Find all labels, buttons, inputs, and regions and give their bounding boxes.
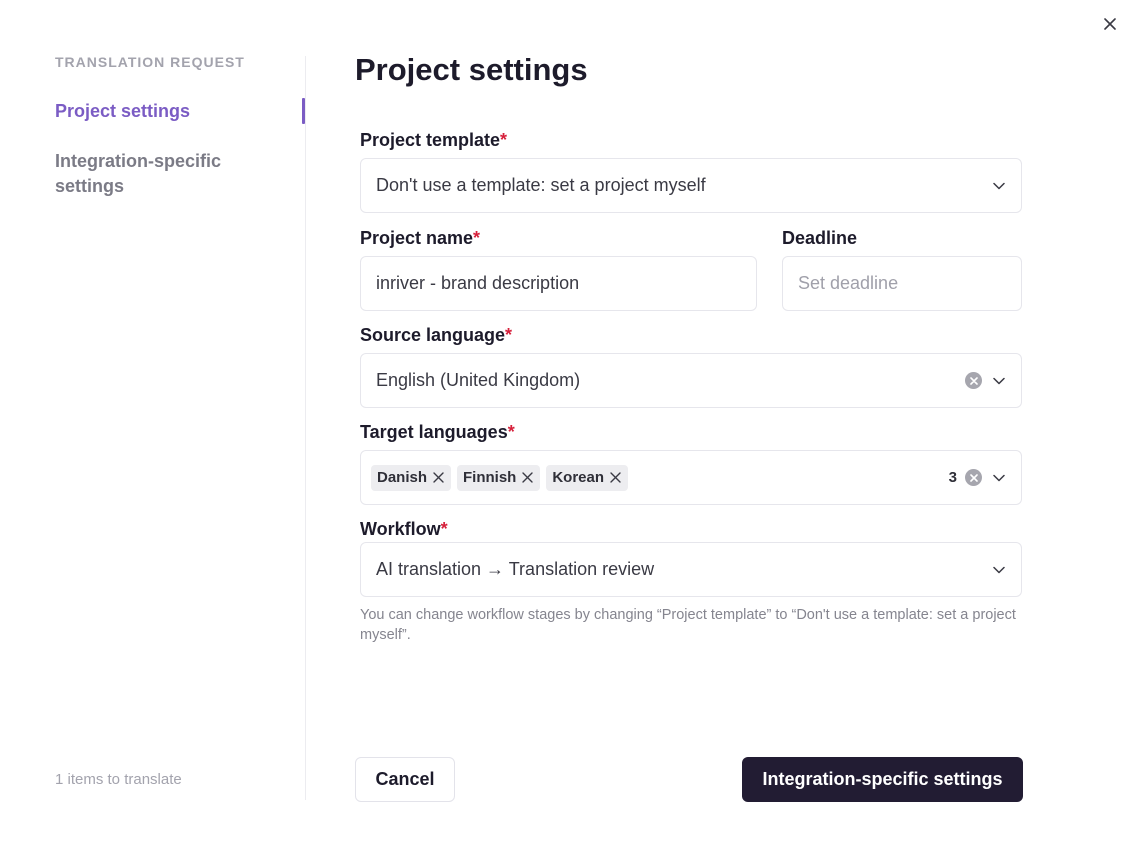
chevron-down-icon bbox=[992, 374, 1006, 388]
required-marker: * bbox=[473, 228, 481, 248]
close-button[interactable] bbox=[1100, 14, 1120, 34]
required-marker: * bbox=[505, 325, 513, 345]
active-step-indicator bbox=[302, 98, 305, 124]
language-tag: Finnish bbox=[457, 464, 541, 491]
sidebar: TRANSLATION REQUEST Project settings Int… bbox=[0, 0, 306, 841]
sidebar-divider bbox=[305, 56, 306, 800]
language-tag: Korean bbox=[546, 464, 629, 491]
clear-icon[interactable] bbox=[965, 469, 982, 486]
deadline-input[interactable]: Set deadline bbox=[782, 256, 1022, 311]
required-marker: * bbox=[440, 519, 448, 539]
items-count: 1 items to translate bbox=[55, 771, 182, 788]
project-template-value: Don't use a template: set a project myse… bbox=[376, 175, 706, 195]
cancel-button[interactable]: Cancel bbox=[355, 757, 455, 802]
sidebar-item-integration-specific-settings[interactable]: Integration-specific settings bbox=[55, 149, 275, 199]
target-languages-label: Target languages* bbox=[360, 422, 515, 442]
language-tag-label: Korean bbox=[552, 469, 605, 486]
source-language-label: Source language* bbox=[360, 325, 513, 345]
source-language-value: English (United Kingdom) bbox=[376, 370, 581, 390]
sidebar-item-project-settings[interactable]: Project settings bbox=[55, 99, 190, 124]
project-name-value: inriver - brand description bbox=[376, 273, 580, 293]
chevron-down-icon bbox=[992, 179, 1006, 193]
project-name-input[interactable]: inriver - brand description bbox=[360, 256, 757, 311]
page-title: Project settings bbox=[355, 52, 588, 87]
selected-count: 3 bbox=[948, 469, 957, 486]
remove-tag-icon[interactable] bbox=[610, 472, 622, 484]
workflow-hint: You can change workflow stages by changi… bbox=[360, 607, 1016, 643]
close-icon bbox=[1104, 18, 1116, 30]
deadline-label: Deadline bbox=[782, 228, 858, 248]
language-tag-label: Finnish bbox=[463, 469, 517, 486]
clear-icon[interactable] bbox=[965, 372, 982, 389]
project-template-select[interactable]: Don't use a template: set a project myse… bbox=[360, 158, 1022, 213]
workflow-label: Workflow* bbox=[360, 519, 448, 539]
remove-tag-icon[interactable] bbox=[522, 472, 534, 484]
workflow-value: AI translation → Translation review bbox=[376, 559, 655, 579]
project-template-label: Project template* bbox=[360, 130, 508, 150]
sidebar-heading: TRANSLATION REQUEST bbox=[55, 54, 245, 70]
integration-specific-settings-button[interactable]: Integration-specific settings bbox=[742, 757, 1023, 802]
language-tag: Danish bbox=[371, 464, 452, 491]
chevron-down-icon bbox=[992, 563, 1006, 577]
project-name-label: Project name* bbox=[360, 228, 481, 248]
workflow-select[interactable]: AI translation → Translation review bbox=[360, 542, 1022, 597]
target-languages-select[interactable]: Danish Finnish Korean 3 bbox=[360, 450, 1022, 505]
required-marker: * bbox=[500, 130, 508, 150]
deadline-placeholder: Set deadline bbox=[798, 273, 899, 293]
chevron-down-icon bbox=[992, 471, 1006, 485]
language-tag-label: Danish bbox=[377, 469, 428, 486]
target-language-tags: Danish Finnish Korean bbox=[371, 464, 949, 491]
remove-tag-icon[interactable] bbox=[433, 472, 445, 484]
source-language-select[interactable]: English (United Kingdom) bbox=[360, 353, 1022, 408]
required-marker: * bbox=[507, 422, 515, 442]
